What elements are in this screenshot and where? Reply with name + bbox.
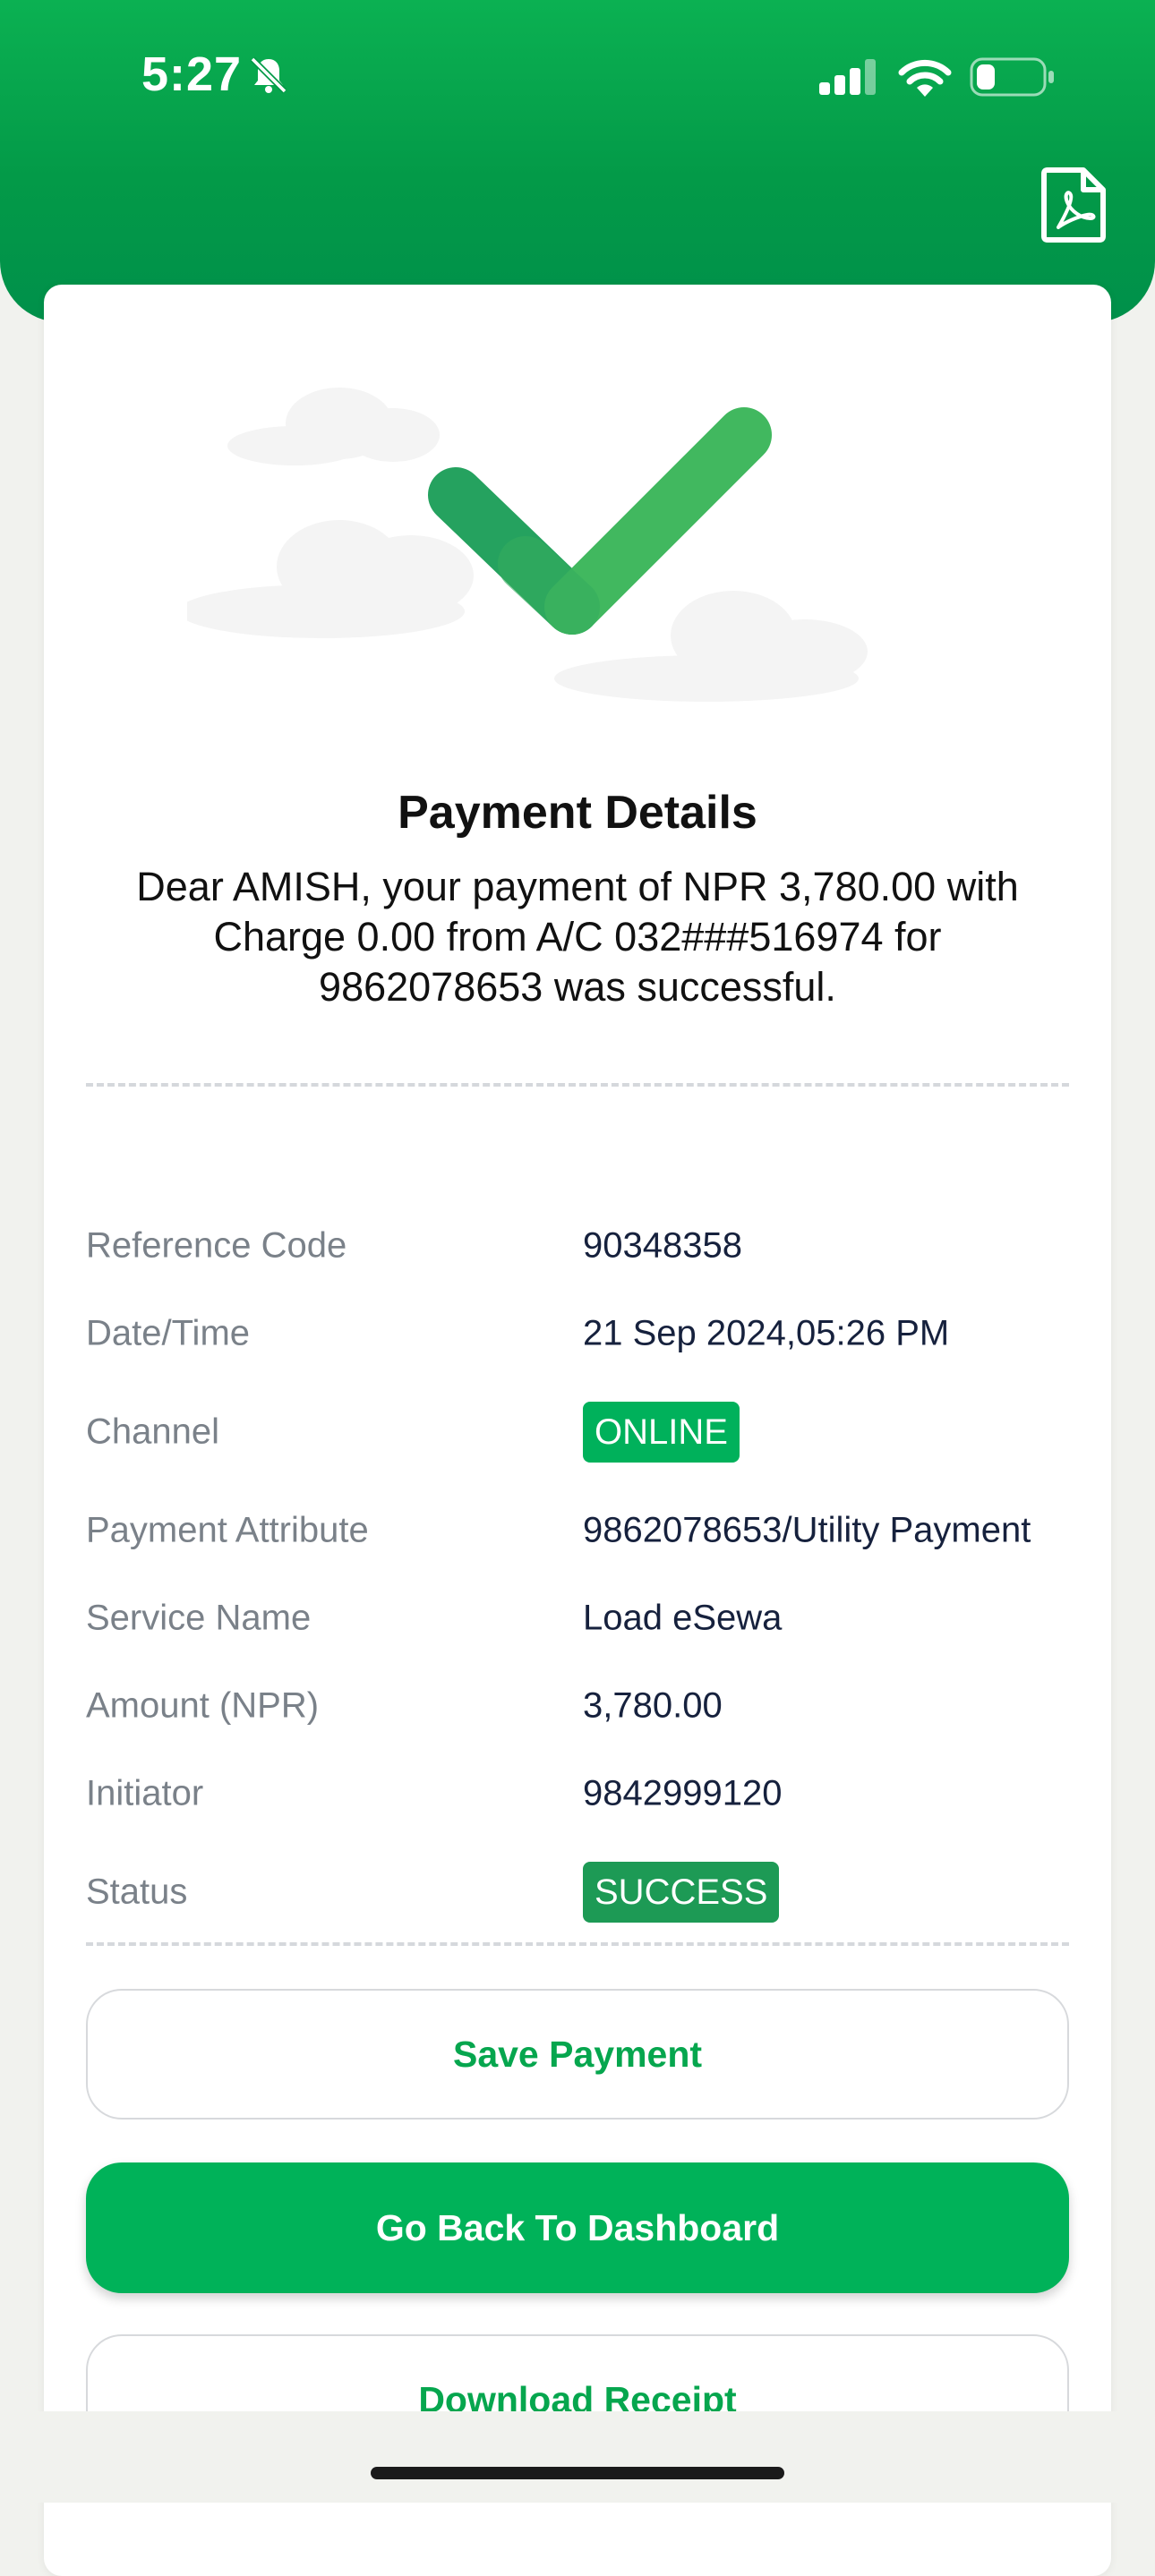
detail-value-wrap: SUCCESS (583, 1862, 780, 1923)
detail-label: Payment Attribute (86, 1510, 369, 1550)
channel-badge: ONLINE (583, 1402, 740, 1463)
success-check-icon (187, 388, 868, 702)
payment-card: Payment Details Dear AMISH, your payment… (44, 285, 1111, 2576)
detail-label: Amount (NPR) (86, 1685, 320, 1726)
save-payment-button[interactable]: Save Payment (86, 1989, 1069, 2120)
status-badge: SUCCESS (583, 1862, 780, 1923)
bottom-safe-area (0, 2411, 1155, 2503)
detail-value: Load eSewa (583, 1598, 783, 1638)
dashboard-button[interactable]: Go Back To Dashboard (86, 2162, 1069, 2293)
detail-row-status: Status SUCCESS (86, 1856, 1080, 1928)
detail-row-service-name: Service Name Load eSewa (86, 1582, 1080, 1654)
bell-slash-icon (250, 56, 287, 94)
page-title: Payment Details (398, 787, 757, 839)
status-time: 5:27 (141, 47, 243, 101)
detail-label: Reference Code (86, 1225, 347, 1266)
detail-label: Status (86, 1872, 188, 1912)
pdf-file-icon[interactable] (1039, 166, 1108, 243)
detail-value: 21 Sep 2024,05:26 PM (583, 1313, 950, 1353)
detail-label: Initiator (86, 1773, 204, 1813)
detail-row-initiator: Initiator 9842999120 (86, 1758, 1080, 1830)
detail-label: Channel (86, 1412, 220, 1452)
detail-row-channel: Channel ONLINE (86, 1396, 1080, 1468)
divider (86, 1942, 1069, 1946)
divider (86, 1083, 1069, 1087)
battery-icon (970, 57, 1054, 97)
detail-row-payment-attribute: Payment Attribute 9862078653/Utility Pay… (86, 1495, 1080, 1566)
payment-message: Dear AMISH, your payment of NPR 3,780.00… (136, 864, 1019, 1010)
detail-row-amount: Amount (NPR) 3,780.00 (86, 1670, 1080, 1742)
detail-value: 9842999120 (583, 1773, 783, 1813)
signal-icon (819, 59, 876, 95)
detail-value-wrap: ONLINE (583, 1402, 740, 1463)
detail-label: Service Name (86, 1598, 312, 1638)
detail-value: 90348358 (583, 1225, 742, 1266)
detail-row-date-time: Date/Time 21 Sep 2024,05:26 PM (86, 1298, 1080, 1369)
detail-row-reference-code: Reference Code 90348358 (86, 1210, 1080, 1282)
detail-value: 3,780.00 (583, 1685, 723, 1726)
detail-label: Date/Time (86, 1313, 251, 1353)
home-indicator[interactable] (371, 2467, 784, 2479)
detail-value: 9862078653/Utility Payment (583, 1510, 1031, 1550)
app-header: 5:27 (0, 0, 1155, 322)
wifi-icon (898, 59, 952, 97)
